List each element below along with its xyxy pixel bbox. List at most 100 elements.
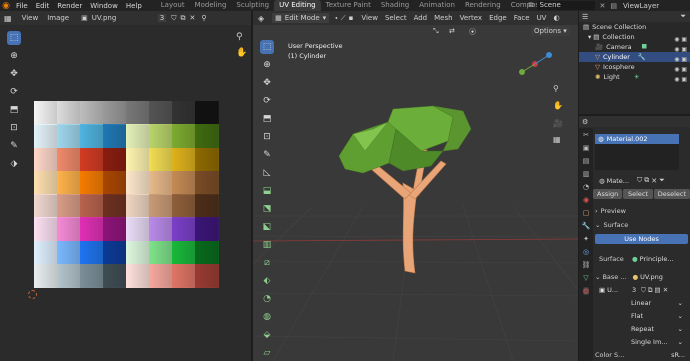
preview-panel-header[interactable]: › Preview	[595, 205, 626, 217]
vp-scale-icon[interactable]: ⬒	[260, 112, 274, 126]
viewport-menu-face[interactable]: Face	[514, 14, 530, 22]
vp-rotate-icon[interactable]: ⟳	[260, 94, 274, 108]
tab-layout[interactable]: Layout	[156, 0, 190, 11]
image-open-icon[interactable]: ▤	[655, 286, 661, 294]
nav-zoom-icon[interactable]: ⚲	[553, 84, 559, 93]
tab-animation[interactable]: Animation	[414, 0, 460, 11]
material-copy-icon[interactable]: ⧉	[644, 176, 649, 185]
viewport-menu-select[interactable]: Select	[385, 14, 407, 22]
poly-build-icon[interactable]: ⬖	[260, 274, 274, 288]
viewport-menu-vertex[interactable]: Vertex	[460, 14, 483, 22]
2d-cursor-icon[interactable]	[28, 290, 37, 299]
deselect-button[interactable]: Deselect	[653, 189, 690, 199]
eye-icon[interactable]: ◉ ▣	[674, 65, 687, 75]
uv-editor-type-icon[interactable]: ▦	[4, 14, 12, 23]
view-layer-name[interactable]: ViewLayer	[620, 2, 690, 10]
pin-icon[interactable]: ⚲	[201, 14, 206, 22]
viewport-type-icon[interactable]: ◈	[258, 14, 264, 23]
outliner-type-icon[interactable]: ☰	[582, 13, 588, 21]
viewport-menu-mesh[interactable]: Mesh	[434, 14, 452, 22]
material-browse[interactable]: ◍ Mate...	[595, 175, 635, 186]
vp-select-box-icon[interactable]: ⬚	[260, 40, 274, 54]
face-select-icon[interactable]: ▪	[349, 14, 354, 22]
image-unlink-icon[interactable]: ✕	[663, 286, 668, 294]
material-slot[interactable]: ◍ Material.002	[595, 134, 679, 144]
material-tab-icon[interactable]: ◍	[582, 287, 590, 295]
surface-panel-header[interactable]: ⌄ Surface	[595, 219, 628, 231]
select-button[interactable]: Select	[623, 189, 653, 199]
outliner-scene-collection[interactable]: ▤ Scene Collection	[579, 22, 690, 32]
surface-shader-field[interactable]: ● Principle...	[628, 254, 689, 264]
camera-view-icon[interactable]: 🎥	[553, 119, 563, 128]
menu-render[interactable]: Render	[53, 2, 86, 10]
vertex-select-icon[interactable]: ⬩	[335, 14, 338, 23]
move-icon[interactable]: ✥	[7, 67, 21, 81]
shear-icon[interactable]: ▱	[260, 346, 274, 360]
options-button[interactable]: Options ▾	[531, 26, 570, 36]
uv-view-menu[interactable]: View	[22, 14, 39, 22]
annotate-icon[interactable]: ✎	[7, 139, 21, 153]
output-tab-icon[interactable]: ▤	[583, 157, 590, 165]
image-name[interactable]: UV.png	[92, 14, 152, 22]
material-users-icon[interactable]: ⛉	[637, 176, 642, 185]
nav-pan-icon[interactable]: ✋	[553, 101, 563, 110]
image-copy-icon[interactable]: ⧉	[648, 286, 653, 295]
object-tab-icon[interactable]: ▢	[583, 209, 590, 217]
rotate-icon[interactable]: ⟳	[7, 85, 21, 99]
outliner-filter-icon[interactable]: ⏷	[680, 12, 686, 21]
use-nodes-button[interactable]: Use Nodes	[595, 234, 688, 244]
menu-help[interactable]: Help	[122, 2, 146, 10]
viewport-shading-icon[interactable]: ◐	[553, 14, 559, 22]
unlink-image-icon[interactable]: ✕	[189, 14, 195, 22]
scene-name[interactable]: Scene	[536, 1, 595, 10]
viewlayer-icon[interactable]: ▤	[610, 2, 617, 10]
scale-icon[interactable]: ⬒	[7, 103, 21, 117]
eye-icon[interactable]: ◉ ▣	[674, 45, 687, 55]
select-box-icon[interactable]: ⬚	[7, 31, 21, 45]
tab-modeling[interactable]: Modeling	[190, 0, 232, 11]
tab-uv-editing[interactable]: UV Editing	[274, 0, 321, 11]
viewport-menu-add[interactable]: Add	[414, 14, 428, 22]
eye-icon[interactable]: ◉ ▣	[674, 35, 687, 45]
expand-icon[interactable]: ▾	[588, 33, 591, 41]
new-image-icon[interactable]: ⧉	[180, 14, 185, 23]
uv-image-menu[interactable]: Image	[47, 14, 69, 22]
eye-icon[interactable]: ◉ ▣	[674, 55, 687, 65]
tab-texture-paint[interactable]: Texture Paint	[321, 0, 376, 11]
transform-icon[interactable]: ⊡	[7, 121, 21, 135]
data-tab-icon[interactable]: ▽	[583, 274, 588, 282]
grab-icon[interactable]: ⬗	[7, 157, 21, 171]
proportional-edit-icon[interactable]: ⇄	[449, 27, 455, 35]
shrink-icon[interactable]: ⬙	[260, 328, 274, 342]
eye-icon[interactable]: ◉ ▣	[674, 75, 687, 85]
blender-logo-icon[interactable]: ◉	[0, 0, 12, 11]
source-dropdown[interactable]: Single Im... ⌄	[627, 337, 687, 347]
vp-measure-icon[interactable]: ◺	[260, 166, 274, 180]
bevel-icon[interactable]: ⬕	[260, 220, 274, 234]
3d-viewport[interactable]: ◈ ▦ Edit Mode ▾ ⬩ ⟋ ▪ View Select Add Me…	[253, 11, 578, 361]
zoom-icon[interactable]: ⚲	[236, 32, 243, 42]
world-tab-icon[interactable]: ◉	[583, 196, 589, 204]
menu-edit[interactable]: Edit	[32, 2, 54, 10]
scene-icon[interactable]: ⧉	[529, 1, 534, 10]
cursor-icon[interactable]: ⊕	[7, 49, 21, 63]
image-users-count[interactable]: 3	[157, 14, 167, 22]
physics-tab-icon[interactable]: ◎	[583, 248, 589, 256]
image-browse-icon[interactable]: ▣	[81, 14, 88, 22]
color-space-dropdown[interactable]: sR...	[627, 350, 689, 360]
image-browse-button[interactable]: ▣ U...	[595, 285, 627, 295]
tab-sculpting[interactable]: Sculpting	[231, 0, 274, 11]
vp-move-icon[interactable]: ✥	[260, 76, 274, 90]
menu-file[interactable]: File	[12, 2, 32, 10]
transform-orientation-icon[interactable]: ⤡	[433, 27, 439, 36]
inset-icon[interactable]: ⬔	[260, 202, 274, 216]
material-filter-icon[interactable]: ⏷	[659, 176, 665, 185]
smooth-icon[interactable]: ◍	[260, 310, 274, 324]
viewport-menu-view[interactable]: View	[361, 14, 378, 22]
modifier-tab-icon[interactable]: 🔧	[582, 222, 591, 230]
projection-dropdown[interactable]: Flat ⌄	[627, 311, 687, 321]
edge-select-icon[interactable]: ⟋	[341, 14, 346, 23]
spin-icon[interactable]: ◔	[260, 292, 274, 306]
pan-icon[interactable]: ✋	[236, 48, 247, 58]
extension-dropdown[interactable]: Repeat ⌄	[627, 324, 687, 334]
